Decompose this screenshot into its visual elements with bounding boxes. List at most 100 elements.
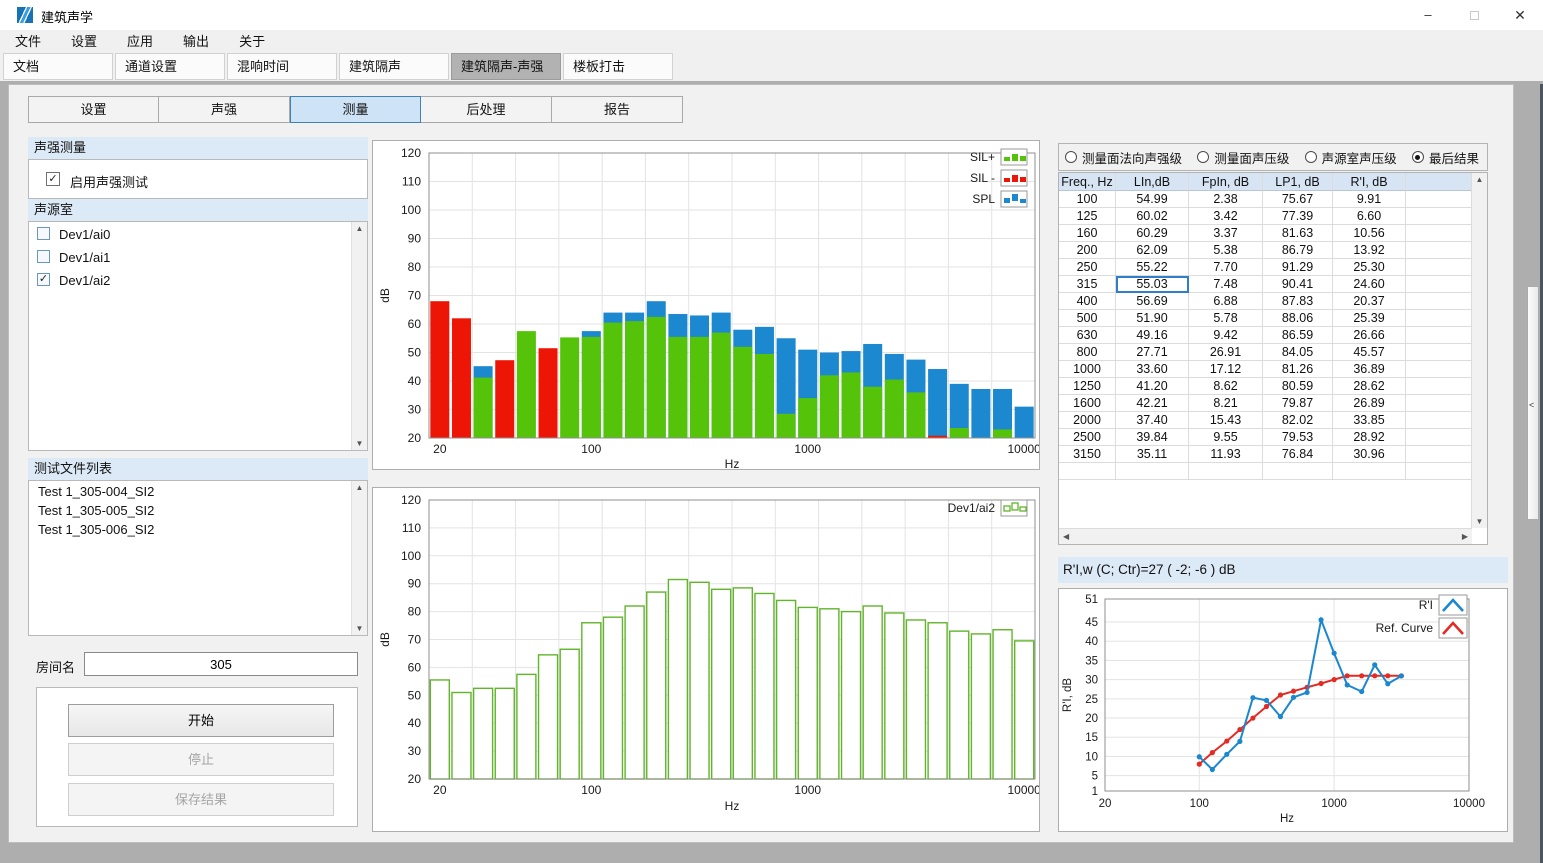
table-cell[interactable]: 5.38 [1189,242,1263,259]
table-cell[interactable] [1406,429,1472,446]
table-cell[interactable] [1406,259,1472,276]
room-name-input[interactable] [84,652,358,676]
menu-item[interactable]: 应用 [112,30,168,53]
table-cell[interactable]: 2.38 [1189,191,1263,208]
table-cell[interactable]: 41.20 [1116,378,1189,395]
scroll-up-icon[interactable]: ▲ [352,483,367,492]
table-cell[interactable]: 36.89 [1333,361,1406,378]
start-button[interactable]: 开始 [68,704,334,737]
device-list-item[interactable]: ✓Dev1/ai2 [37,272,367,291]
scroll-right-icon[interactable]: ▶ [1462,532,1468,541]
table-cell[interactable]: 75.67 [1263,191,1333,208]
sub-tab[interactable]: 报告 [552,96,683,123]
device-list-item[interactable]: Dev1/ai1 [37,249,367,268]
table-cell[interactable] [1406,446,1472,463]
table-cell[interactable] [1406,327,1472,344]
table-cell[interactable]: 77.39 [1263,208,1333,225]
table-cell[interactable]: 250 [1059,259,1116,276]
table-cell[interactable]: 56.69 [1116,293,1189,310]
table-cell[interactable]: 400 [1059,293,1116,310]
table-cell[interactable]: 160 [1059,225,1116,242]
table-cell[interactable]: 45.57 [1333,344,1406,361]
table-cell[interactable]: 3150 [1059,446,1116,463]
table-cell[interactable] [1406,344,1472,361]
main-tab[interactable]: 楼板打击 [563,53,673,80]
table-cell[interactable]: 33.60 [1116,361,1189,378]
table-cell[interactable] [1406,412,1472,429]
scroll-down-icon[interactable]: ▼ [352,439,367,448]
table-cell[interactable]: 13.92 [1333,242,1406,259]
table-cell[interactable]: 200 [1059,242,1116,259]
table-cell[interactable]: 76.84 [1263,446,1333,463]
menu-item[interactable]: 输出 [168,30,224,53]
table-cell[interactable] [1406,378,1472,395]
scroll-down-icon[interactable]: ▼ [1472,517,1487,526]
table-cell[interactable]: 55.03 [1116,276,1189,293]
table-cell[interactable]: 24.60 [1333,276,1406,293]
table-horizontal-scrollbar[interactable]: ◀▶ [1059,528,1472,544]
table-cell[interactable] [1189,463,1263,480]
radio-icon[interactable] [1305,151,1317,163]
table-cell[interactable]: 26.89 [1333,395,1406,412]
table-cell[interactable]: 79.87 [1263,395,1333,412]
table-cell[interactable]: 39.84 [1116,429,1189,446]
sub-tab[interactable]: 设置 [28,96,159,123]
table-cell[interactable]: 9.55 [1189,429,1263,446]
table-cell[interactable]: 315 [1059,276,1116,293]
table-cell[interactable]: 25.39 [1333,310,1406,327]
stop-button[interactable]: 停止 [68,743,334,776]
table-cell[interactable]: 26.91 [1189,344,1263,361]
radio-icon[interactable] [1197,151,1209,163]
main-tab[interactable]: 通道设置 [115,53,225,80]
table-cell[interactable]: 2500 [1059,429,1116,446]
save-results-button[interactable]: 保存结果 [68,783,334,816]
table-cell[interactable]: 1600 [1059,395,1116,412]
table-vertical-scrollbar[interactable]: ▲▼ [1471,173,1487,528]
table-cell[interactable]: 60.29 [1116,225,1189,242]
device-checkbox[interactable]: ✓ [37,273,50,286]
table-cell[interactable]: 79.53 [1263,429,1333,446]
table-cell[interactable] [1406,463,1472,480]
minimize-button[interactable]: – [1405,0,1451,30]
main-tab[interactable]: 文档 [3,53,113,80]
table-cell[interactable] [1406,293,1472,310]
table-cell[interactable]: 84.05 [1263,344,1333,361]
table-cell[interactable]: 9.91 [1333,191,1406,208]
table-cell[interactable]: 7.70 [1189,259,1263,276]
table-cell[interactable] [1406,310,1472,327]
table-cell[interactable]: 90.41 [1263,276,1333,293]
table-cell[interactable]: 6.60 [1333,208,1406,225]
file-list-item[interactable]: Test 1_305-004_SI2 [29,484,367,500]
table-cell[interactable]: 88.06 [1263,310,1333,327]
table-cell[interactable]: 33.85 [1333,412,1406,429]
table-cell[interactable]: 9.42 [1189,327,1263,344]
table-cell[interactable]: 26.66 [1333,327,1406,344]
table-cell[interactable]: 42.21 [1116,395,1189,412]
table-cell[interactable] [1263,463,1333,480]
table-cell[interactable]: 91.29 [1263,259,1333,276]
table-cell[interactable] [1406,225,1472,242]
menu-item[interactable]: 关于 [224,30,280,53]
radio-option[interactable]: 最后结果 [1412,148,1479,167]
table-cell[interactable]: 51.90 [1116,310,1189,327]
table-cell[interactable]: 54.99 [1116,191,1189,208]
table-cell[interactable]: 8.21 [1189,395,1263,412]
table-cell[interactable] [1116,463,1189,480]
table-cell[interactable] [1406,361,1472,378]
table-cell[interactable]: 82.02 [1263,412,1333,429]
table-cell[interactable]: 3.37 [1189,225,1263,242]
table-cell[interactable]: 7.48 [1189,276,1263,293]
radio-icon[interactable] [1412,151,1424,163]
table-cell[interactable] [1333,463,1406,480]
table-cell[interactable]: 5.78 [1189,310,1263,327]
table-cell[interactable]: 81.63 [1263,225,1333,242]
table-cell[interactable]: 15.43 [1189,412,1263,429]
table-cell[interactable]: 2000 [1059,412,1116,429]
enable-intensity-checkbox[interactable]: ✓ [46,172,60,186]
table-cell[interactable]: 55.22 [1116,259,1189,276]
table-cell[interactable]: 6.88 [1189,293,1263,310]
table-cell[interactable]: 37.40 [1116,412,1189,429]
scroll-up-icon[interactable]: ▲ [1472,175,1487,184]
sub-tab[interactable]: 后处理 [421,96,552,123]
table-cell[interactable]: 81.26 [1263,361,1333,378]
